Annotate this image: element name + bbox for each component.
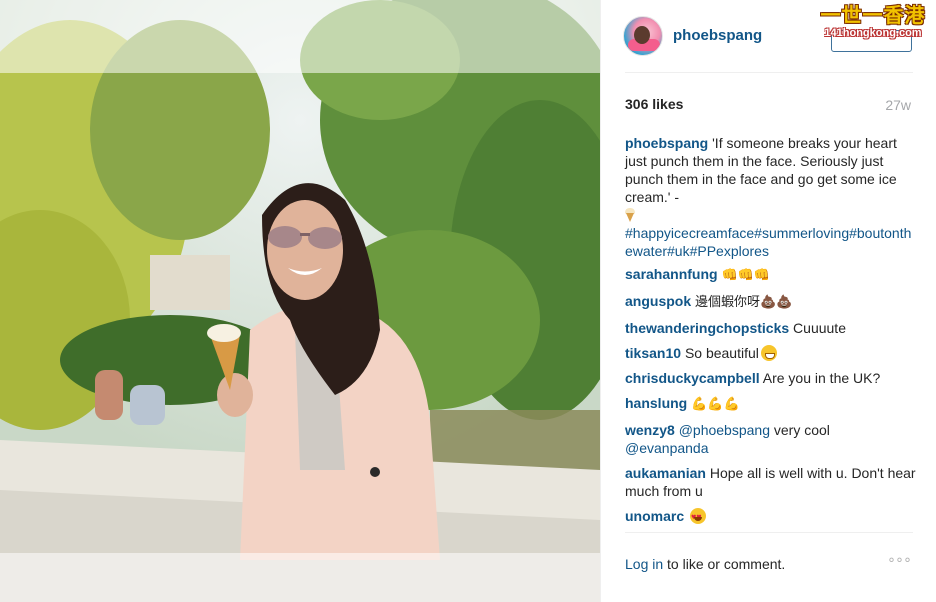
comment-item: wenzy8 @phoebspang very cool @evanpanda	[625, 421, 917, 457]
login-link[interactable]: Log in	[625, 556, 663, 572]
comment-item: anguspok 邊個蝦你呀💩💩	[625, 292, 917, 312]
likes-count[interactable]: 306 likes	[625, 96, 683, 112]
comment-item: hanslung 💪💪💪	[625, 394, 917, 414]
flexed-biceps-icon: 💪💪💪	[691, 397, 740, 412]
post-header: phoebspang 一世一香港 141hongkong.com	[601, 0, 936, 72]
poop-icon: 💩💩	[760, 295, 793, 310]
comment-item: unomarc	[625, 507, 917, 527]
comment-text: Cuuuute	[793, 320, 846, 336]
avatar[interactable]	[623, 16, 663, 56]
heart-eyes-face-icon	[690, 508, 707, 527]
caption-username[interactable]: phoebspang	[625, 135, 708, 151]
watermark-url: 141hongkong.com	[824, 27, 922, 39]
comment-username[interactable]: chrisduckycampbell	[625, 370, 760, 386]
fist-bump-icon: 👊👊👊	[721, 268, 771, 283]
post-footer: Log in to like or comment. °°°	[601, 532, 936, 602]
ice-cream-icon	[625, 208, 635, 222]
comment-text: very cool	[773, 422, 830, 438]
watermark-chinese: 一世一香港	[820, 3, 926, 27]
comment-item: chrisduckycampbell Are you in the UK?	[625, 369, 917, 387]
post-side-panel: phoebspang 一世一香港 141hongkong.com 306 lik…	[600, 0, 936, 602]
comment-item: aukamanian Hope all is well with u. Don'…	[625, 464, 917, 500]
comment-mention[interactable]: @evanpanda	[625, 440, 709, 456]
comment-username[interactable]: aukamanian	[625, 465, 706, 481]
comment-list: phoebspang 'If someone breaks your heart…	[625, 134, 917, 532]
comment-username[interactable]: sarahannfung	[625, 266, 718, 282]
post-username[interactable]: phoebspang	[673, 27, 762, 44]
header-divider	[625, 72, 913, 73]
comment-username[interactable]: thewanderingchopsticks	[625, 320, 789, 336]
comment-item: sarahannfung 👊👊👊	[625, 265, 917, 285]
photo-overlay-top	[0, 0, 600, 73]
grinning-face-icon	[760, 345, 777, 361]
login-prompt-text: to like or comment.	[667, 556, 786, 572]
more-options-icon[interactable]: °°°	[888, 556, 912, 572]
comment-text: Are you in the UK?	[762, 370, 881, 386]
comment-username[interactable]: wenzy8	[625, 422, 675, 438]
comment-username[interactable]: hanslung	[625, 395, 687, 411]
caption: phoebspang 'If someone breaks your heart…	[625, 134, 917, 260]
comment-username[interactable]: anguspok	[625, 293, 691, 309]
comment-username[interactable]: tiksan10	[625, 345, 681, 361]
photo-illustration	[0, 0, 600, 602]
comment-text: So beautiful	[684, 345, 759, 361]
photo-overlay-bottom	[0, 553, 600, 602]
comment-username[interactable]: unomarc	[625, 508, 684, 524]
site-watermark: 一世一香港 141hongkong.com	[811, 4, 935, 44]
comment-item: tiksan10 So beautiful	[625, 344, 917, 362]
avatar-face	[634, 26, 650, 44]
comment-text: 邊個蝦你呀	[695, 295, 761, 310]
post-photo[interactable]	[0, 0, 600, 602]
caption-hashtags[interactable]: #happyicecreamface#summerloving#boutonth…	[625, 225, 911, 259]
post-age[interactable]: 27w	[885, 97, 911, 113]
login-prompt: Log in to like or comment.	[625, 556, 785, 572]
comment-mention[interactable]: @phoebspang	[679, 422, 770, 438]
comment-item: thewanderingchopsticks Cuuuute	[625, 319, 917, 337]
